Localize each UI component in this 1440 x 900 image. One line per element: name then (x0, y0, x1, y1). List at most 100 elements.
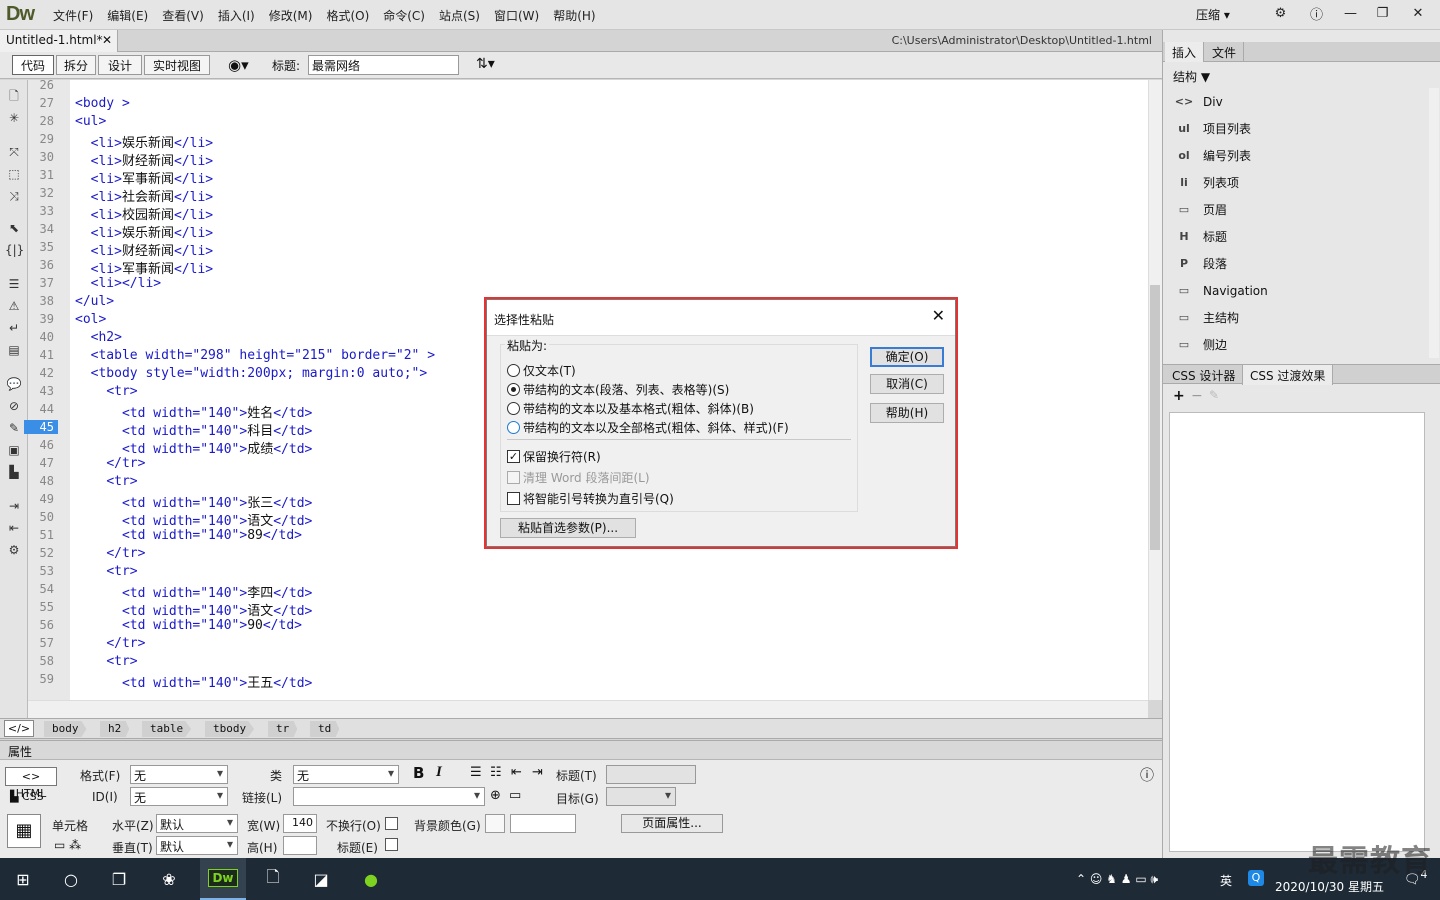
paste-checkbox-row[interactable]: 将智能引号转换为直引号(Q) (507, 490, 674, 507)
document-tab[interactable]: Untitled-1.html* ✕ (0, 30, 118, 52)
remove-comment-icon[interactable]: ⊘ (5, 398, 23, 414)
tag-td[interactable]: td (310, 721, 340, 737)
tag-body[interactable]: body (44, 721, 87, 737)
recent-snippets-icon[interactable]: ▣ (5, 442, 23, 458)
title-input[interactable]: 最需网络 (308, 55, 459, 75)
tag-tbody[interactable]: tbody (205, 721, 255, 737)
checkbox[interactable] (507, 492, 520, 505)
move-css-icon[interactable]: ▙ (5, 464, 23, 480)
class-select[interactable]: 无 (293, 765, 399, 784)
bold-button[interactable]: B (413, 764, 424, 782)
page-properties-button[interactable]: 页面属性... (621, 814, 723, 833)
start-icon[interactable]: ⊞ (0, 858, 46, 900)
sync-settings-icon[interactable]: ⚙ (1264, 0, 1297, 26)
view-split-button[interactable]: 拆分 (56, 55, 96, 75)
insert-item[interactable]: ol 编号列表 (1169, 142, 1424, 169)
code-line[interactable]: <tr> (75, 384, 137, 399)
menu-item-0[interactable]: 文件(F) (46, 7, 100, 24)
menu-item-2[interactable]: 查看(V) (155, 7, 211, 24)
menu-item-5[interactable]: 格式(O) (319, 7, 376, 24)
view-live-button[interactable]: 实时视图 (144, 55, 210, 75)
code-line[interactable]: <li>娱乐新闻</li> (75, 222, 213, 241)
insert-item[interactable]: ul 项目列表 (1169, 115, 1424, 142)
code-line[interactable]: <h2> (75, 330, 122, 345)
tab-insert[interactable]: 插入 (1165, 42, 1205, 62)
tag-table[interactable]: table (142, 721, 192, 737)
code-line[interactable]: <ol> (75, 312, 106, 327)
code-line[interactable]: <body > (75, 96, 130, 111)
nowrap-checkbox[interactable] (385, 817, 398, 830)
code-line[interactable]: <td width="140">90</td> (75, 618, 302, 633)
code-line[interactable]: <li>财经新闻</li> (75, 240, 213, 259)
insert-item[interactable]: ▭ 页眉 (1169, 196, 1424, 223)
view-code-button[interactable]: 代码 (12, 55, 54, 75)
editor-scroll-thumb[interactable] (1150, 285, 1160, 550)
paste-checkbox-row[interactable]: ✓ 保留换行符(R) (507, 448, 601, 465)
close-window-button[interactable]: ✕ (1398, 0, 1438, 26)
balance-braces-icon[interactable]: {|} (5, 242, 24, 258)
dialog-close-icon[interactable]: ✕ (932, 306, 945, 325)
code-line[interactable]: <td width="140">王五</td> (75, 672, 312, 691)
cancel-button[interactable]: 取消(C) (870, 374, 944, 394)
qq-icon[interactable]: Q (1248, 870, 1264, 886)
radio-button[interactable] (507, 383, 520, 396)
code-line[interactable]: <td width="140">李四</td> (75, 582, 312, 601)
height-input[interactable] (283, 836, 317, 855)
writing-app-icon[interactable]: ◪ (298, 858, 344, 900)
edit-transition-icon[interactable]: ✎ (1209, 388, 1219, 402)
document-taskbar-icon[interactable]: 🗋 (250, 858, 296, 900)
minimize-button[interactable]: — (1334, 0, 1367, 26)
radio-button[interactable] (507, 421, 520, 434)
word-wrap-icon[interactable]: ↵ (5, 320, 23, 336)
open-documents-icon[interactable]: 🗋 (5, 88, 23, 104)
italic-button[interactable]: I (436, 764, 442, 781)
code-line[interactable]: <tr> (75, 474, 137, 489)
code-line[interactable]: <td width="140">科目</td> (75, 420, 312, 439)
menu-item-8[interactable]: 窗口(W) (487, 7, 546, 24)
code-view-toggle-icon[interactable]: </> (4, 720, 34, 737)
menu-item-3[interactable]: 插入(I) (211, 7, 262, 24)
restore-button[interactable]: ❐ (1366, 0, 1399, 26)
id-select[interactable]: 无 (130, 787, 228, 806)
menu-item-7[interactable]: 站点(S) (432, 7, 487, 24)
format-select[interactable]: 无 (130, 765, 228, 784)
code-line[interactable]: <li>军事新闻</li> (75, 168, 213, 187)
code-line[interactable]: <li>社会新闻</li> (75, 186, 213, 205)
menu-item-1[interactable]: 编辑(E) (100, 7, 155, 24)
wrap-tag-icon[interactable]: ✎ (5, 420, 23, 436)
insert-item[interactable]: ▭ 侧边 (1169, 331, 1424, 358)
code-line[interactable]: <tbody style="width:200px; margin:0 auto… (75, 366, 428, 381)
expand-all-icon[interactable]: ⤨ (5, 188, 23, 204)
ok-button[interactable]: 确定(O) (870, 347, 944, 367)
menu-item-6[interactable]: 命令(C) (376, 7, 432, 24)
file-transfer-icon[interactable]: ⇅▾ (476, 56, 495, 72)
insert-item[interactable]: li 列表项 (1169, 169, 1424, 196)
outdent-icon[interactable]: ⇤ (5, 520, 23, 536)
indent-icon[interactable]: ⇥ (5, 498, 23, 514)
code-line[interactable]: <ul> (75, 114, 106, 129)
code-line[interactable]: <td width="140">语文</td> (75, 510, 312, 529)
horz-select[interactable]: 默认 (156, 814, 238, 833)
vert-select[interactable]: 默认 (156, 836, 238, 855)
tag-tr[interactable]: tr (268, 721, 298, 737)
css-mode-button[interactable]: ▙ CSS (10, 790, 44, 803)
line-numbers-icon[interactable]: ☰ (5, 276, 23, 292)
code-line[interactable]: <li>军事新闻</li> (75, 258, 213, 277)
remove-transition-icon[interactable]: − (1191, 388, 1203, 404)
insert-category-select[interactable]: 结构 ▼ (1173, 68, 1210, 85)
header-cell-checkbox[interactable] (385, 838, 398, 851)
insert-item[interactable]: P 段落 (1169, 250, 1424, 277)
tag-h2[interactable]: h2 (100, 721, 130, 737)
insert-item[interactable]: ▭ 主结构 (1169, 304, 1424, 331)
width-input[interactable]: 140 (283, 814, 317, 833)
code-line[interactable]: <td width="140">89</td> (75, 528, 302, 543)
insert-item[interactable]: <> Div (1169, 88, 1424, 115)
paste-option-radio[interactable]: 带结构的文本以及全部格式(粗体、斜体、样式)(F) (507, 419, 789, 436)
html-mode-button[interactable]: <> HTML (5, 767, 57, 800)
help-button[interactable]: 帮助(H) (870, 403, 944, 423)
syntax-coloring-icon[interactable]: ▤ (5, 342, 23, 358)
collapse-tag-icon[interactable]: ⤧ (5, 144, 23, 160)
code-line[interactable]: <li>校园新闻</li> (75, 204, 213, 223)
code-line[interactable]: </tr> (75, 456, 145, 471)
tab-css-transitions[interactable]: CSS 过渡效果 (1243, 365, 1334, 385)
